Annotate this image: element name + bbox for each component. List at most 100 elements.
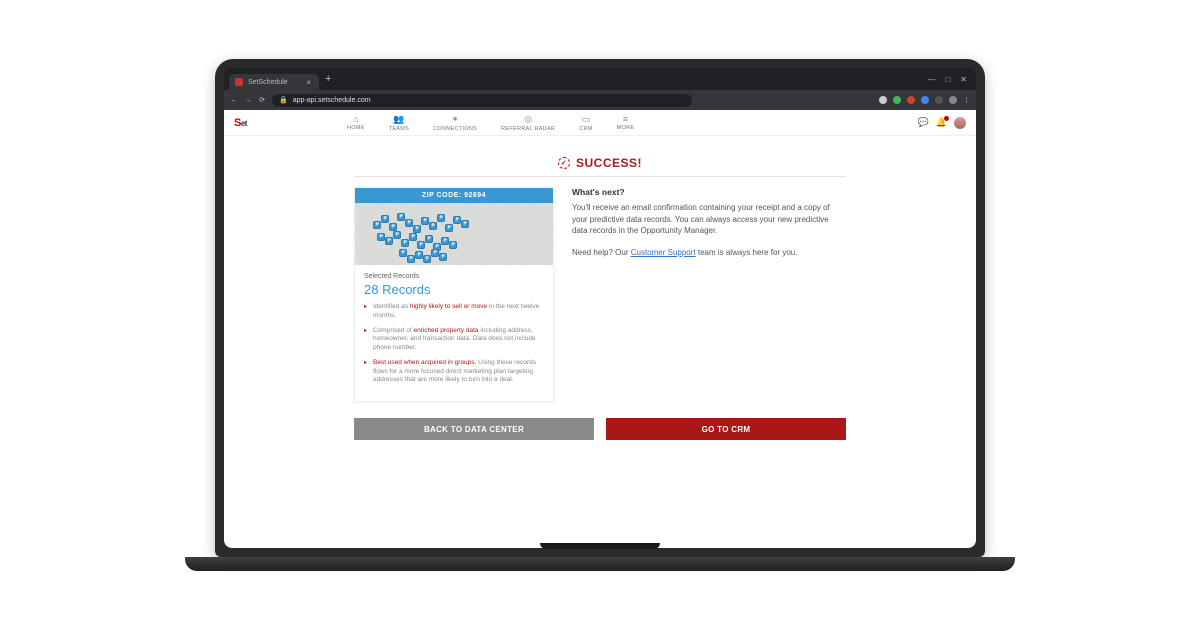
- header-right: 💬 🔔: [918, 117, 966, 129]
- app-logo[interactable]: Set: [234, 117, 247, 129]
- nav-home[interactable]: ⌂ HOME: [347, 114, 365, 132]
- help-pre: Need help? Our: [572, 248, 631, 257]
- extension-icon[interactable]: [879, 96, 887, 104]
- laptop-body: SetSchedule × + — □ ✕ ← → ⟳ 🔒 app-api.se…: [215, 59, 985, 557]
- feature-item: Best used when acquired in groups. Using…: [364, 359, 544, 385]
- connections-icon: ✶: [451, 114, 459, 125]
- map-pin-icon[interactable]: [373, 221, 381, 229]
- browser-tabstrip: SetSchedule × + — □ ✕: [224, 68, 976, 90]
- lock-icon: 🔒: [279, 96, 288, 104]
- extension-icon[interactable]: [949, 96, 957, 104]
- action-buttons: BACK TO DATA CENTER GO TO CRM: [354, 418, 846, 440]
- whats-next-body: You'll receive an email confirmation con…: [572, 202, 846, 237]
- tab-close-icon[interactable]: ×: [306, 78, 311, 87]
- map-pin-icon[interactable]: [405, 219, 413, 227]
- nav-connections[interactable]: ✶ CONNECTIONS: [433, 114, 477, 132]
- bullet-pre: Comprised of: [373, 327, 413, 334]
- map-pin-icon[interactable]: [377, 233, 385, 241]
- go-to-crm-button[interactable]: GO TO CRM: [606, 418, 846, 440]
- teams-icon: 👥: [393, 114, 404, 125]
- nav-teams[interactable]: 👥 TEAMS: [389, 114, 409, 132]
- success-title-row: SUCCESS!: [354, 152, 846, 170]
- map-pin-icon[interactable]: [413, 225, 421, 233]
- feature-item: Identified as highly likely to sell or m…: [364, 303, 544, 321]
- map-pin-icon[interactable]: [449, 241, 457, 249]
- map-pin-icon[interactable]: [389, 223, 397, 231]
- window-maximize-icon[interactable]: □: [945, 75, 950, 84]
- extension-icons: ⋮: [879, 96, 970, 104]
- avatar[interactable]: [954, 117, 966, 129]
- map-pin-icon[interactable]: [381, 215, 389, 223]
- next-steps-panel: What's next? You'll receive an email con…: [572, 187, 846, 402]
- new-tab-icon[interactable]: +: [325, 73, 331, 85]
- nav-label: CRM: [579, 126, 592, 132]
- back-to-data-center-button[interactable]: BACK TO DATA CENTER: [354, 418, 594, 440]
- logo-rest: et: [241, 119, 247, 128]
- nav-referral-radar[interactable]: ◎ REFERRAL RADAR: [501, 114, 555, 132]
- url-field[interactable]: 🔒 app-api.setschedule.com: [272, 94, 692, 107]
- nav-reload-icon[interactable]: ⟳: [258, 96, 266, 104]
- map-pin-icon[interactable]: [453, 216, 461, 224]
- window-minimize-icon[interactable]: —: [927, 75, 935, 84]
- logo-main: S: [234, 117, 241, 129]
- bullet-highlight: enriched property data: [413, 327, 478, 334]
- map-pin-icon[interactable]: [417, 241, 425, 249]
- map-pin-icon[interactable]: [461, 220, 469, 228]
- laptop-notch: [540, 543, 660, 549]
- laptop-mockup: SetSchedule × + — □ ✕ ← → ⟳ 🔒 app-api.se…: [215, 59, 985, 571]
- app-page: Set ⌂ HOME 👥 TEAMS ✶ CONNECT: [224, 110, 976, 548]
- map-pin-icon[interactable]: [441, 237, 449, 245]
- map-pin-icon[interactable]: [429, 222, 437, 230]
- primary-nav: ⌂ HOME 👥 TEAMS ✶ CONNECTIONS ◎: [347, 114, 634, 132]
- nav-back-icon[interactable]: ←: [230, 97, 238, 104]
- zip-code-bar: ZIP CODE: 92694: [355, 188, 553, 203]
- browser-addressbar: ← → ⟳ 🔒 app-api.setschedule.com ⋮: [224, 90, 976, 110]
- home-icon: ⌂: [353, 114, 358, 124]
- map-pin-icon[interactable]: [437, 214, 445, 222]
- tab-favicon-icon: [235, 78, 243, 86]
- success-heading: SUCCESS!: [558, 156, 642, 170]
- map-pin-icon[interactable]: [415, 251, 423, 259]
- selected-records-label: Selected Records: [364, 273, 544, 280]
- feature-item: Comprised of enriched property data incl…: [364, 327, 544, 353]
- tab-title: SetSchedule: [248, 79, 288, 86]
- map-pin-icon[interactable]: [397, 213, 405, 221]
- nav-label: REFERRAL RADAR: [501, 126, 555, 132]
- map-pins: [355, 203, 553, 265]
- map-pin-icon[interactable]: [431, 249, 439, 257]
- map-pin-icon[interactable]: [399, 249, 407, 257]
- extension-icon[interactable]: [907, 96, 915, 104]
- map-pin-icon[interactable]: [385, 237, 393, 245]
- records-card: ZIP CODE: 92694 Selected Records 28 Reco…: [354, 187, 554, 402]
- nav-more[interactable]: ≡ MORE: [617, 114, 635, 132]
- window-close-icon[interactable]: ✕: [960, 75, 967, 84]
- help-paragraph: Need help? Our Customer Support team is …: [572, 247, 846, 259]
- extension-icon[interactable]: [935, 96, 943, 104]
- chat-icon[interactable]: 💬: [918, 117, 929, 128]
- briefcase-icon: ▭: [582, 114, 591, 125]
- bell-icon[interactable]: 🔔: [936, 117, 947, 128]
- map-pin-icon[interactable]: [407, 255, 415, 263]
- map-pin-icon[interactable]: [445, 224, 453, 232]
- kebab-menu-icon[interactable]: ⋮: [963, 96, 970, 104]
- nav-label: MORE: [617, 125, 635, 131]
- map-pin-icon[interactable]: [423, 255, 431, 263]
- map-preview[interactable]: [355, 203, 553, 265]
- map-pin-icon[interactable]: [439, 253, 447, 261]
- url-text: app-api.setschedule.com: [293, 97, 371, 104]
- map-pin-icon[interactable]: [393, 231, 401, 239]
- map-pin-icon[interactable]: [425, 235, 433, 243]
- window-controls: — □ ✕: [927, 75, 971, 84]
- extension-icon[interactable]: [893, 96, 901, 104]
- map-pin-icon[interactable]: [421, 217, 429, 225]
- card-body: Selected Records 28 Records Identified a…: [355, 265, 553, 401]
- bullet-highlight: highly likely to sell or move: [410, 303, 487, 310]
- nav-crm[interactable]: ▭ CRM: [579, 114, 592, 132]
- nav-forward-icon[interactable]: →: [244, 97, 252, 104]
- map-pin-icon[interactable]: [409, 233, 417, 241]
- extension-icon[interactable]: [921, 96, 929, 104]
- laptop-screen: SetSchedule × + — □ ✕ ← → ⟳ 🔒 app-api.se…: [224, 68, 976, 548]
- browser-tab[interactable]: SetSchedule ×: [229, 74, 319, 90]
- customer-support-link[interactable]: Customer Support: [631, 248, 696, 257]
- map-pin-icon[interactable]: [401, 239, 409, 247]
